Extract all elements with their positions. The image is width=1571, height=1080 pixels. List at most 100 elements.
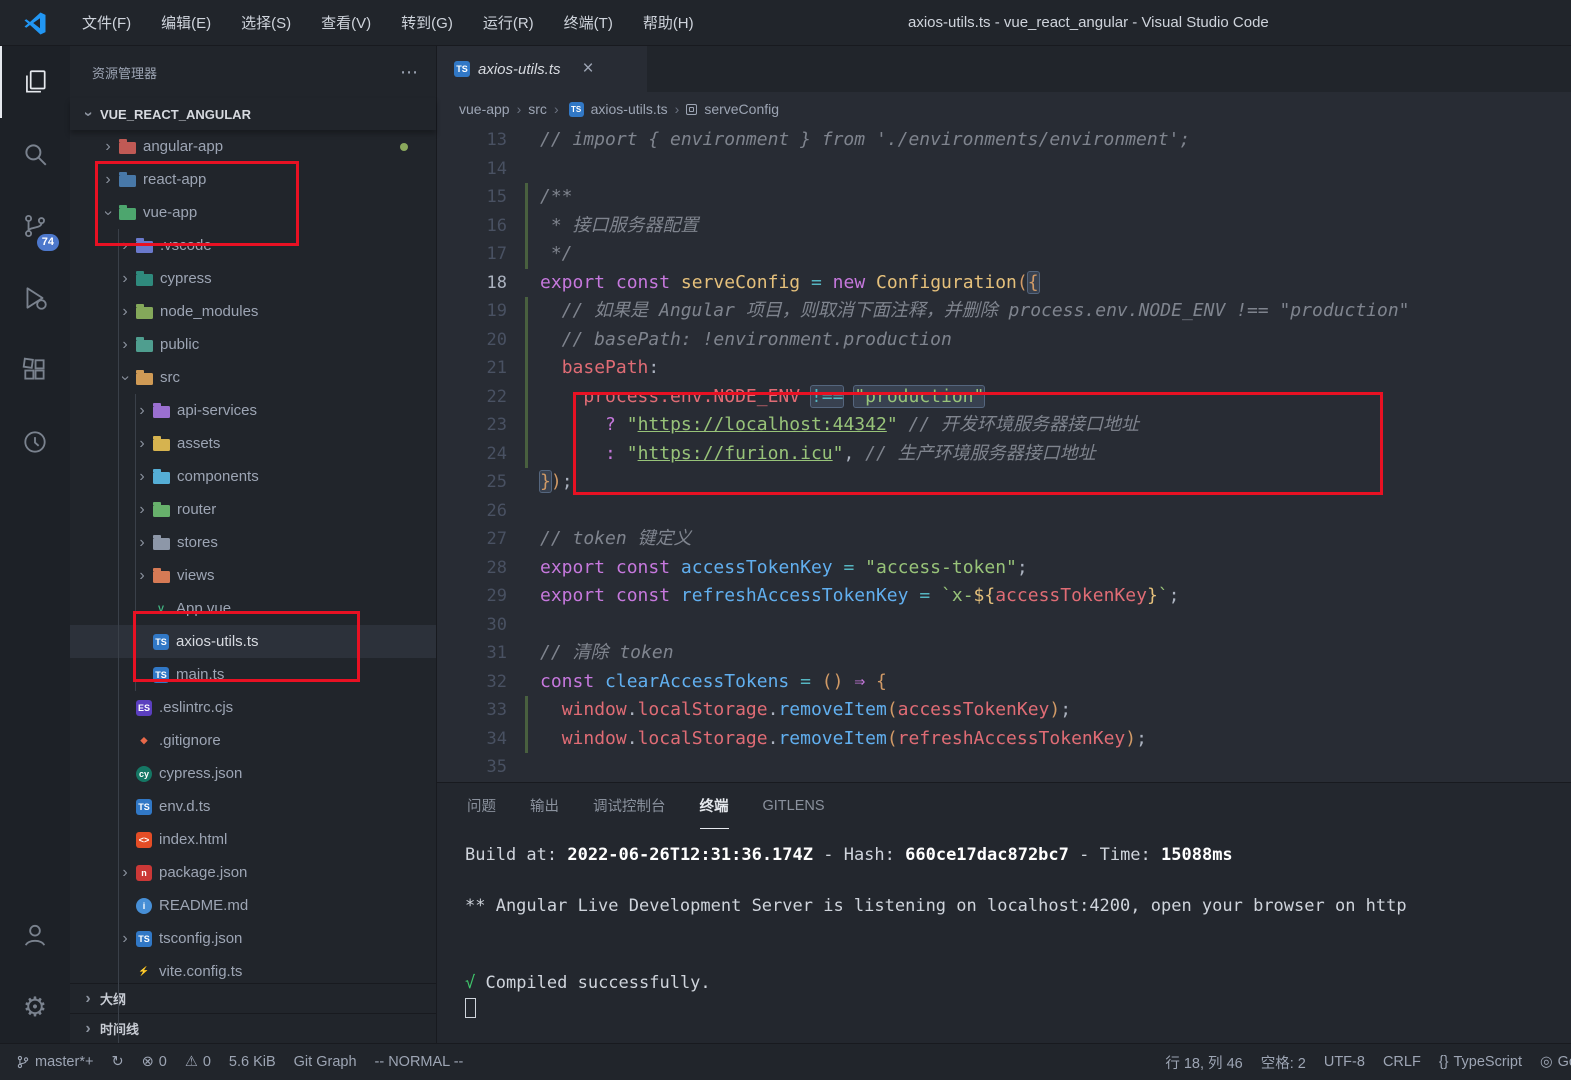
- chevron-right-icon[interactable]: ›: [100, 138, 116, 156]
- status-go-live[interactable]: ◎Go: [1540, 1054, 1571, 1070]
- search-icon[interactable]: [0, 118, 70, 190]
- tree-item-cypress[interactable]: ›cypress: [70, 262, 436, 295]
- line-number[interactable]: 31: [437, 639, 507, 668]
- chevron-right-icon[interactable]: ›: [134, 534, 150, 552]
- tree-item-package.json[interactable]: ›npackage.json: [70, 856, 436, 889]
- status-encoding[interactable]: UTF-8: [1324, 1054, 1365, 1070]
- outline-section[interactable]: › 大纲: [70, 983, 436, 1013]
- panel-tab-gitlens[interactable]: GITLENS: [763, 783, 825, 829]
- tree-item-tsconfig.json[interactable]: ›TStsconfig.json: [70, 922, 436, 955]
- explorer-root-folder[interactable]: › VUE_REACT_ANGULAR: [70, 98, 436, 130]
- line-number[interactable]: 16: [437, 212, 507, 241]
- breadcrumb-axios-utils.ts[interactable]: axios-utils.ts: [591, 101, 668, 117]
- status-language[interactable]: {}TypeScript: [1439, 1054, 1522, 1070]
- line-number[interactable]: 21: [437, 354, 507, 383]
- code-line-30[interactable]: 30: [437, 611, 1571, 640]
- chevron-down-icon[interactable]: ›: [99, 205, 117, 221]
- tree-item-src[interactable]: ›src: [70, 361, 436, 394]
- tree-item-views[interactable]: ›views: [70, 559, 436, 592]
- line-number[interactable]: 13: [437, 126, 507, 155]
- tree-item-assets[interactable]: ›assets: [70, 427, 436, 460]
- menu-run[interactable]: 运行(R): [471, 7, 546, 38]
- breadcrumb-src[interactable]: src: [528, 101, 547, 117]
- tree-item-cypress.json[interactable]: cycypress.json: [70, 757, 436, 790]
- code-line-22[interactable]: 22 process.env.NODE_ENV !== "production": [437, 383, 1571, 412]
- chevron-right-icon[interactable]: ›: [117, 270, 133, 288]
- code-editor[interactable]: 13// import { environment } from './envi…: [437, 126, 1571, 782]
- tree-item-.eslintrc.cjs[interactable]: ES.eslintrc.cjs: [70, 691, 436, 724]
- line-number[interactable]: 23: [437, 411, 507, 440]
- timeline-section[interactable]: › 时间线: [70, 1013, 436, 1043]
- panel-tab-terminal[interactable]: 终端: [700, 783, 729, 829]
- code-line-17[interactable]: 17 */: [437, 240, 1571, 269]
- code-line-13[interactable]: 13// import { environment } from './envi…: [437, 126, 1571, 155]
- line-number[interactable]: 24: [437, 440, 507, 469]
- more-actions-icon[interactable]: ⋯: [400, 62, 420, 83]
- line-number[interactable]: 27: [437, 525, 507, 554]
- close-tab-icon[interactable]: ×: [583, 58, 594, 80]
- line-number[interactable]: 34: [437, 725, 507, 754]
- line-number[interactable]: 19: [437, 297, 507, 326]
- status-branch[interactable]: master*+: [16, 1054, 93, 1070]
- accounts-icon[interactable]: [0, 899, 70, 971]
- status-file-size[interactable]: 5.6 KiB: [229, 1054, 276, 1070]
- status-warnings[interactable]: ⚠0: [185, 1054, 211, 1070]
- breadcrumb-serveConfig[interactable]: serveConfig: [704, 101, 779, 117]
- explorer-icon[interactable]: [0, 46, 70, 118]
- code-line-14[interactable]: 14: [437, 155, 1571, 184]
- breadcrumb-vue-app[interactable]: vue-app: [459, 101, 510, 117]
- menu-terminal[interactable]: 终端(T): [552, 7, 625, 38]
- chevron-right-icon[interactable]: ›: [134, 435, 150, 453]
- code-line-16[interactable]: 16 * 接口服务器配置: [437, 212, 1571, 241]
- status-git-graph[interactable]: Git Graph: [294, 1054, 357, 1070]
- line-number[interactable]: 35: [437, 753, 507, 782]
- line-number[interactable]: 28: [437, 554, 507, 583]
- run-debug-icon[interactable]: [0, 262, 70, 334]
- tree-item-node_modules[interactable]: ›node_modules: [70, 295, 436, 328]
- code-line-21[interactable]: 21 basePath:: [437, 354, 1571, 383]
- line-number[interactable]: 29: [437, 582, 507, 611]
- line-number[interactable]: 20: [437, 326, 507, 355]
- tree-item-README.md[interactable]: iREADME.md: [70, 889, 436, 922]
- menu-view[interactable]: 查看(V): [309, 7, 383, 38]
- tree-item-api-services[interactable]: ›api-services: [70, 394, 436, 427]
- chevron-right-icon[interactable]: ›: [117, 303, 133, 321]
- code-line-28[interactable]: 28export const accessTokenKey = "access-…: [437, 554, 1571, 583]
- code-line-19[interactable]: 19 // 如果是 Angular 项目，则取消下面注释，并删除 process…: [437, 297, 1571, 326]
- tree-item-components[interactable]: ›components: [70, 460, 436, 493]
- chevron-right-icon[interactable]: ›: [134, 567, 150, 585]
- terminal[interactable]: Build at: 2022-06-26T12:31:36.174Z - Has…: [437, 829, 1571, 1043]
- line-number[interactable]: 30: [437, 611, 507, 640]
- code-line-23[interactable]: 23 ? "https://localhost:44342" // 开发环境服务…: [437, 411, 1571, 440]
- settings-gear-icon[interactable]: ⚙: [0, 971, 70, 1043]
- line-number[interactable]: 18: [437, 269, 507, 298]
- code-line-15[interactable]: 15/**: [437, 183, 1571, 212]
- chevron-right-icon[interactable]: ›: [117, 930, 133, 948]
- source-control-icon[interactable]: 74: [0, 190, 70, 262]
- tree-item-public[interactable]: ›public: [70, 328, 436, 361]
- extensions-icon[interactable]: [0, 334, 70, 406]
- chevron-right-icon[interactable]: ›: [117, 864, 133, 882]
- panel-tab-output[interactable]: 输出: [530, 783, 559, 829]
- tree-item-index.html[interactable]: <>index.html: [70, 823, 436, 856]
- code-line-35[interactable]: 35: [437, 753, 1571, 782]
- code-line-24[interactable]: 24 : "https://furion.icu", // 生产环境服务器接口地…: [437, 440, 1571, 469]
- line-number[interactable]: 22: [437, 383, 507, 412]
- code-line-26[interactable]: 26: [437, 497, 1571, 526]
- line-number[interactable]: 17: [437, 240, 507, 269]
- code-line-29[interactable]: 29export const refreshAccessTokenKey = `…: [437, 582, 1571, 611]
- status-vim-mode[interactable]: -- NORMAL --: [375, 1054, 464, 1070]
- chevron-right-icon[interactable]: ›: [134, 468, 150, 486]
- tree-item-react-app[interactable]: ›react-app: [70, 163, 436, 196]
- code-line-20[interactable]: 20 // basePath: !environment.production: [437, 326, 1571, 355]
- chevron-right-icon[interactable]: ›: [117, 336, 133, 354]
- line-number[interactable]: 25: [437, 468, 507, 497]
- menu-file[interactable]: 文件(F): [70, 7, 143, 38]
- tree-item-vue-app[interactable]: ›vue-app: [70, 196, 436, 229]
- chevron-right-icon[interactable]: ›: [134, 501, 150, 519]
- chevron-right-icon[interactable]: ›: [117, 237, 133, 255]
- tree-item-main.ts[interactable]: TSmain.ts: [70, 658, 436, 691]
- line-number[interactable]: 26: [437, 497, 507, 526]
- tree-item-stores[interactable]: ›stores: [70, 526, 436, 559]
- tree-item-angular-app[interactable]: ›angular-app: [70, 130, 436, 163]
